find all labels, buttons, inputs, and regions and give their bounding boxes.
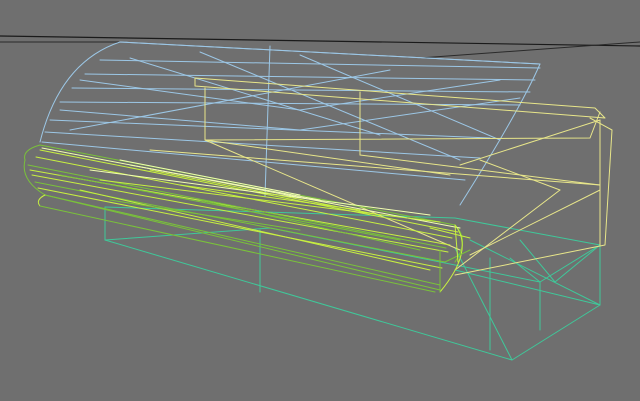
base-box-wireframe: [104, 206, 601, 361]
grid-lines: [0, 35, 640, 59]
wireframe-scene: [0, 35, 640, 361]
3d-viewport[interactable]: [0, 0, 640, 401]
front-tube-wireframe: [23, 144, 471, 293]
top-cover-wireframe: [39, 41, 541, 206]
